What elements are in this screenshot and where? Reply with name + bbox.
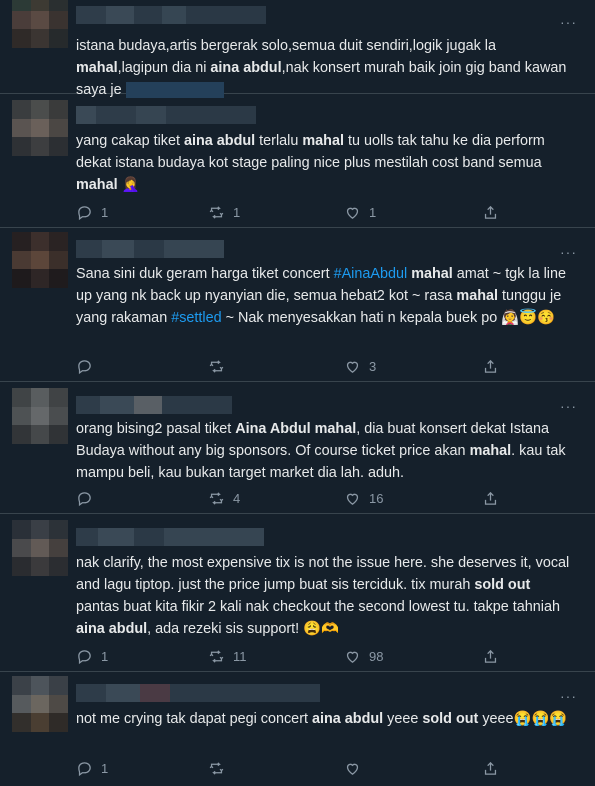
tweet-text: orang bising2 pasal tiket Aina Abdul mah… <box>76 421 566 481</box>
like-count: 16 <box>369 491 384 506</box>
reply-button[interactable]: 1 <box>76 648 108 665</box>
reply-button[interactable]: 1 <box>76 760 108 777</box>
like-button[interactable]: 1 <box>344 204 376 221</box>
hashtag-link[interactable]: #settled <box>171 310 221 326</box>
share-icon <box>484 649 497 663</box>
tweet-text: not me crying tak dapat pegi concert ain… <box>76 711 568 727</box>
more-icon[interactable]: ··· <box>560 14 577 30</box>
like-icon <box>346 207 359 219</box>
share-icon <box>484 491 497 505</box>
retweet-count: 1 <box>233 205 241 220</box>
retweet-button[interactable]: 1 <box>208 204 240 221</box>
tweet-actions: 1 1 1 <box>76 204 516 224</box>
share-button[interactable] <box>482 358 499 375</box>
tweet-actions: 1 <box>76 760 516 780</box>
like-button[interactable]: 98 <box>344 648 383 665</box>
reply-button[interactable] <box>76 358 101 375</box>
handle-redacted[interactable] <box>76 396 232 414</box>
avatar[interactable] <box>12 0 68 48</box>
avatar[interactable] <box>12 676 68 732</box>
like-button[interactable]: 3 <box>344 358 376 375</box>
tweet-text: Sana sini duk geram harga tiket concert … <box>76 266 566 326</box>
avatar[interactable] <box>12 520 68 576</box>
handle-redacted[interactable] <box>76 684 320 702</box>
share-icon <box>484 205 497 219</box>
reply-count: 1 <box>101 761 109 776</box>
share-icon <box>484 359 497 373</box>
tweet[interactable]: nak clarify, the most expensive tix is n… <box>0 514 595 672</box>
tweet-actions: 3 <box>76 358 516 378</box>
reply-icon <box>78 650 91 665</box>
tweet[interactable]: ··· not me crying tak dapat pegi concert… <box>0 672 595 786</box>
retweet-icon <box>209 206 224 219</box>
reply-icon <box>78 762 91 777</box>
more-icon[interactable]: ··· <box>560 398 577 414</box>
handle-redacted[interactable] <box>76 528 264 546</box>
tweet-text: yang cakap tiket aina abdul terlalu maha… <box>76 133 545 193</box>
reply-button[interactable] <box>76 490 101 507</box>
reply-count: 1 <box>101 649 109 664</box>
reply-icon <box>78 492 91 507</box>
like-icon <box>346 651 359 663</box>
retweet-count: 4 <box>233 491 241 506</box>
like-icon <box>346 361 359 373</box>
tweet-actions: 4 16 <box>76 490 516 510</box>
handle-redacted[interactable] <box>76 6 266 24</box>
avatar[interactable] <box>12 100 68 156</box>
like-icon <box>346 493 359 505</box>
avatar[interactable] <box>12 388 68 444</box>
hashtag-link[interactable]: #AinaAbdul <box>334 266 408 282</box>
share-button[interactable] <box>482 204 499 221</box>
share-button[interactable] <box>482 648 499 665</box>
retweet-icon <box>209 650 224 663</box>
tweet-actions: 1 11 98 <box>76 648 516 668</box>
tweet[interactable]: ··· istana budaya,artis bergerak solo,se… <box>0 0 595 99</box>
tweet-text: nak clarify, the most expensive tix is n… <box>76 555 570 637</box>
share-button[interactable] <box>482 760 499 777</box>
share-button[interactable] <box>482 490 499 507</box>
reply-icon <box>78 360 91 375</box>
retweet-button[interactable] <box>208 358 233 375</box>
retweet-icon <box>209 360 224 373</box>
avatar[interactable] <box>12 232 68 288</box>
retweet-button[interactable] <box>208 760 233 777</box>
more-icon[interactable]: ··· <box>560 688 577 704</box>
handle-redacted[interactable] <box>76 106 256 124</box>
reply-icon <box>78 206 91 221</box>
retweet-button[interactable]: 4 <box>208 490 240 507</box>
share-icon <box>484 761 497 775</box>
retweet-count: 11 <box>233 649 247 664</box>
tweet-text: istana budaya,artis bergerak solo,semua … <box>76 38 567 99</box>
reply-button[interactable]: 1 <box>76 204 108 221</box>
like-count: 98 <box>369 649 384 664</box>
tweet[interactable]: yang cakap tiket aina abdul terlalu maha… <box>0 94 595 228</box>
like-count: 1 <box>369 205 377 220</box>
tweet[interactable]: ··· Sana sini duk geram harga tiket conc… <box>0 228 595 382</box>
retweet-button[interactable]: 11 <box>208 648 247 665</box>
tweet[interactable]: ··· orang bising2 pasal tiket Aina Abdul… <box>0 382 595 514</box>
retweet-icon <box>209 492 224 505</box>
more-icon[interactable]: ··· <box>560 244 577 260</box>
like-button[interactable]: 16 <box>344 490 383 507</box>
like-icon <box>346 763 359 775</box>
handle-redacted[interactable] <box>76 240 224 258</box>
like-count: 3 <box>369 359 377 374</box>
like-button[interactable] <box>344 760 369 777</box>
reply-count: 1 <box>101 205 109 220</box>
retweet-icon <box>209 762 224 775</box>
